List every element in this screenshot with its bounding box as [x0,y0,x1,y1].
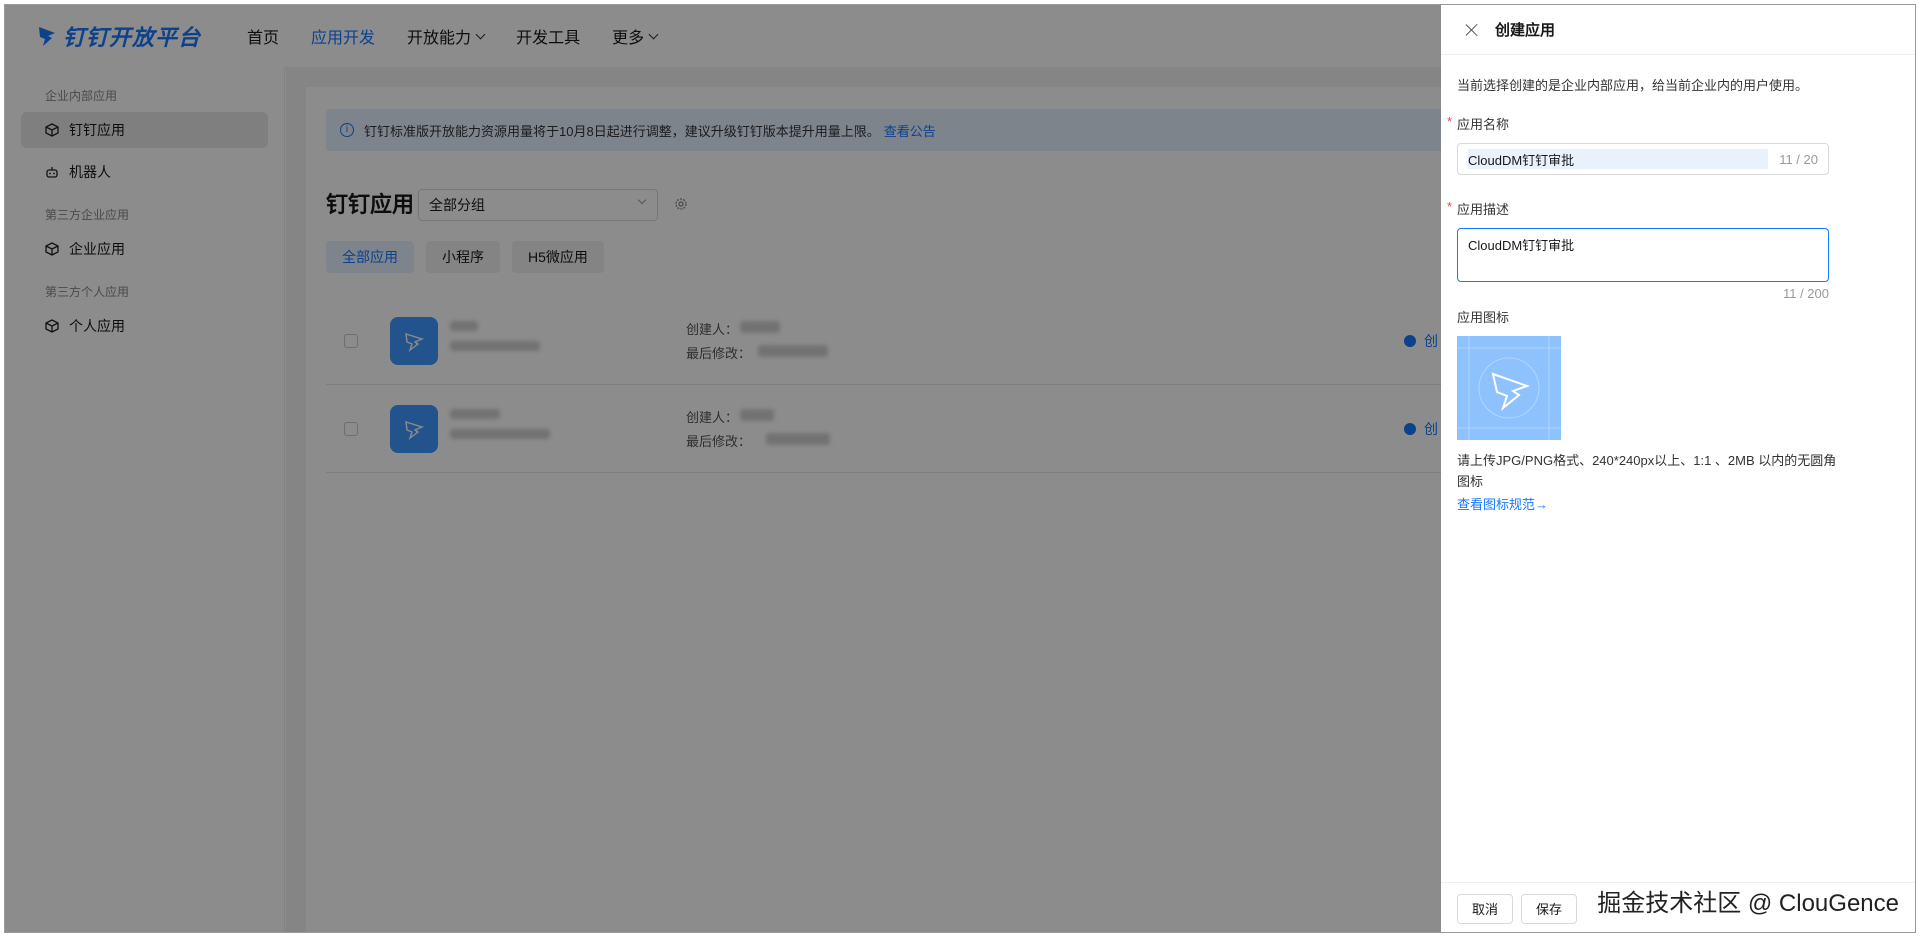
icon-spec-link[interactable]: 查看图标规范→ [1457,494,1901,513]
app-icon-upload[interactable] [1457,336,1561,440]
app-desc-label-text: 应用描述 [1457,202,1510,217]
app-icon-preview-icon [1457,336,1561,440]
app-name-field: 11 / 20 [1457,143,1829,175]
save-button[interactable]: 保存 [1521,893,1578,924]
app-desc-label: * 应用描述 [1447,199,1901,218]
required-mark: * [1447,199,1453,214]
app-desc-textarea[interactable]: CloudDM钉钉审批 [1468,235,1818,275]
modal-overlay[interactable] [5,5,1441,932]
watermark: 掘金技术社区 @ ClouGence [1597,890,1899,917]
app-name-label-text: 应用名称 [1457,117,1510,132]
app-window: 钉钉开放平台 首页 应用开发 开放能力 开发工具 更多 企业内部应用 钉钉应用 … [4,4,1916,933]
create-app-drawer: 创建应用 当前选择创建的是企业内部应用，给当前企业内的用户使用。 * 应用名称 1… [1441,5,1915,932]
required-mark: * [1447,114,1453,129]
app-desc-field: CloudDM钉钉审批 [1457,228,1829,282]
cancel-button[interactable]: 取消 [1457,893,1514,924]
app-name-input[interactable] [1468,149,1768,169]
drawer-hint: 当前选择创建的是企业内部应用，给当前企业内的用户使用。 [1457,78,1809,93]
app-icon-label: 应用图标 [1457,310,1510,325]
app-name-label: * 应用名称 [1447,114,1901,133]
drawer-footer: 取消 保存 掘金技术社区 @ ClouGence [1441,882,1915,932]
close-icon[interactable] [1465,23,1479,37]
drawer-title: 创建应用 [1495,22,1556,39]
drawer-header: 创建应用 [1441,5,1915,55]
app-desc-count: 11 / 200 [1782,286,1829,301]
upload-hint: 请上传JPG/PNG格式、240*240px以上、1:1 、2MB 以内的无圆角… [1457,453,1837,489]
app-name-count: 11 / 20 [1779,152,1818,167]
